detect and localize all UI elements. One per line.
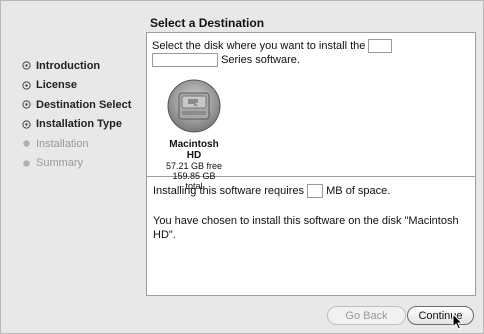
hard-disk-icon — [167, 79, 221, 133]
product-name-blank — [368, 39, 393, 54]
installer-sidebar: Introduction License Destination Select … — [1, 1, 145, 333]
product-name-blank-2 — [152, 53, 218, 68]
step-label: Installation Type — [36, 118, 122, 131]
space-text-b: MB of space. — [326, 185, 391, 197]
go-back-button[interactable]: Go Back — [327, 306, 406, 325]
step-label: Installation — [36, 137, 89, 150]
space-text-a: Installing this software requires — [153, 185, 305, 197]
step-bullet-icon — [22, 81, 31, 90]
step-license: License — [22, 76, 131, 96]
step-installation-type: Installation Type — [22, 115, 131, 135]
prompt-text-a: Select the disk where you want to instal… — [152, 40, 366, 52]
mouse-pointer-icon — [452, 313, 464, 330]
step-bullet-icon — [22, 100, 31, 109]
step-introduction: Introduction — [22, 56, 131, 76]
step-label: Summary — [36, 157, 84, 170]
step-destination-select: Destination Select — [22, 95, 131, 115]
install-info: Installing this software requires MB of … — [153, 184, 468, 258]
disk-option-macintosh-hd[interactable]: Macintosh HD 57.21 GB free 159.85 GB tot… — [164, 78, 224, 191]
step-bullet-icon — [23, 140, 30, 147]
installer-window: Introduction License Destination Select … — [0, 0, 484, 334]
space-size-blank — [307, 184, 324, 199]
destination-prompt: Select the disk where you want to instal… — [152, 39, 452, 68]
step-bullet-icon — [22, 120, 31, 129]
chosen-disk-message: You have chosen to install this software… — [153, 215, 459, 242]
destination-area: Select the disk where you want to instal… — [147, 33, 475, 191]
step-label: Introduction — [36, 59, 101, 72]
page-title: Select a Destination — [150, 16, 265, 30]
installer-steps-list: Introduction License Destination Select … — [22, 56, 131, 173]
step-bullet-icon — [23, 160, 30, 167]
prompt-text-b: Series software. — [221, 54, 300, 67]
step-label: Destination Select — [36, 98, 132, 111]
step-label: License — [36, 79, 77, 92]
step-summary: Summary — [22, 154, 131, 174]
space-requirement: Installing this software requires MB of … — [153, 184, 468, 199]
step-installation: Installation — [22, 134, 131, 154]
disk-free-space: 57.21 GB free — [165, 161, 223, 171]
content-panel: Select the disk where you want to instal… — [146, 32, 476, 296]
disk-name: Macintosh HD — [169, 139, 219, 161]
step-bullet-icon — [22, 61, 31, 70]
